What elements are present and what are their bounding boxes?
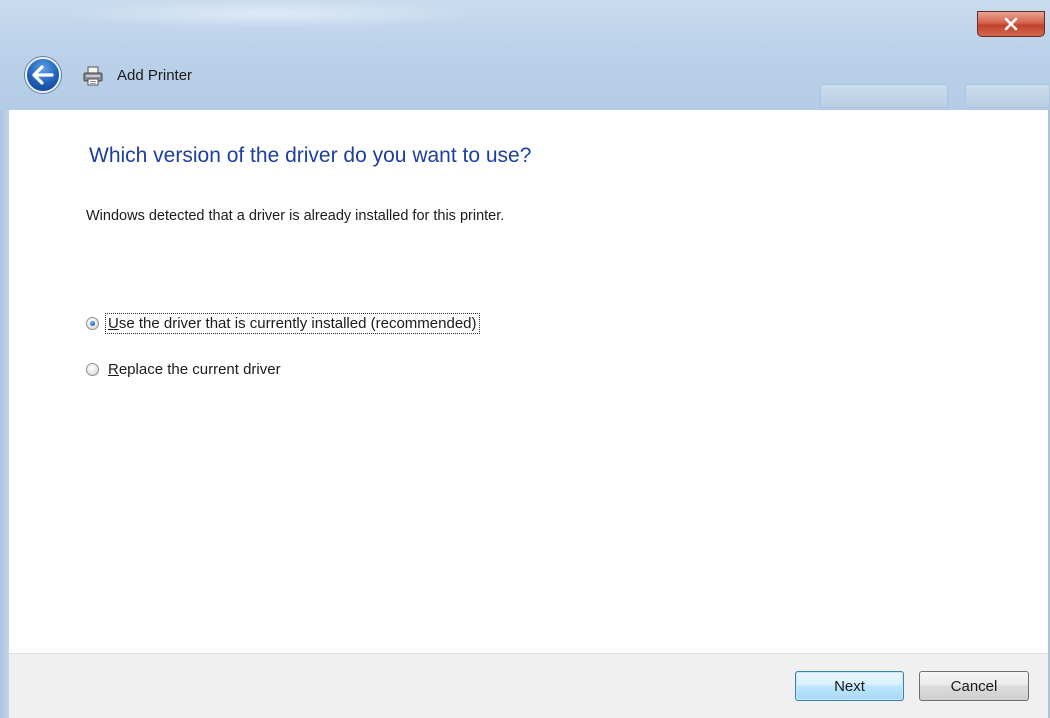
next-button[interactable]: Next bbox=[795, 671, 904, 701]
printer-icon bbox=[83, 66, 103, 86]
radio-button-unchecked[interactable] bbox=[86, 363, 99, 376]
option-replace-driver[interactable]: Replace the current driver bbox=[86, 360, 283, 379]
wizard-content: Which version of the driver do you want … bbox=[9, 110, 1048, 653]
cancel-button[interactable]: Cancel bbox=[919, 671, 1029, 701]
close-icon bbox=[1004, 17, 1018, 31]
page-description: Windows detected that a driver is alread… bbox=[86, 208, 505, 224]
ghost-cancel-button bbox=[965, 84, 1050, 108]
wizard-footer: Next Cancel bbox=[9, 653, 1048, 718]
option-label[interactable]: Use the driver that is currently install… bbox=[105, 313, 480, 334]
back-arrow-icon bbox=[32, 65, 54, 85]
page-heading: Which version of the driver do you want … bbox=[89, 144, 532, 167]
radio-button-checked[interactable] bbox=[86, 317, 99, 330]
window-title: Add Printer bbox=[117, 67, 193, 84]
option-use-installed-driver[interactable]: Use the driver that is currently install… bbox=[86, 313, 480, 334]
ghost-next-button bbox=[820, 84, 948, 108]
close-button[interactable] bbox=[977, 11, 1045, 37]
back-button[interactable] bbox=[25, 57, 61, 93]
option-label[interactable]: Replace the current driver bbox=[106, 360, 283, 379]
window-frame-left bbox=[0, 110, 9, 718]
